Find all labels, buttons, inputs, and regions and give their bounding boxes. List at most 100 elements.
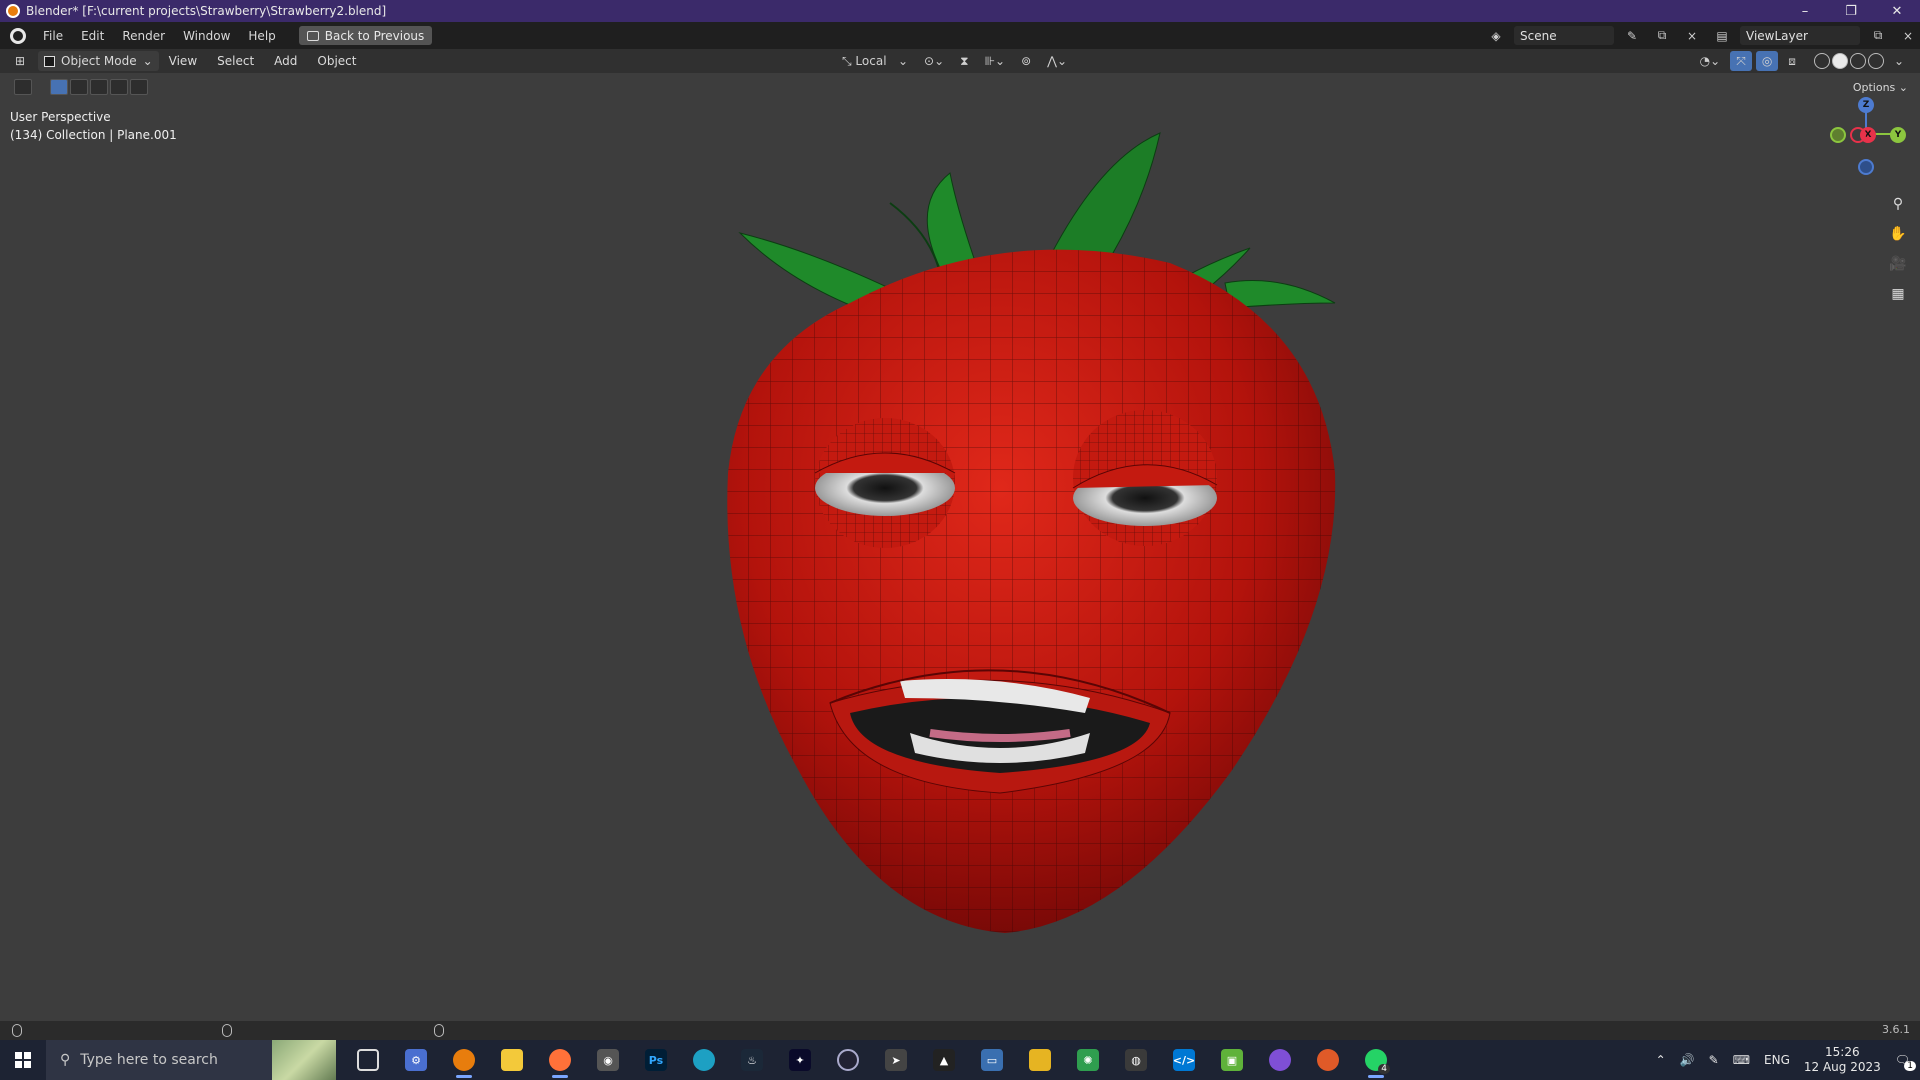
strawberry-model[interactable] xyxy=(0,73,1920,1021)
menu-window[interactable]: Window xyxy=(174,29,239,43)
taskbar-app-circle[interactable] xyxy=(824,1040,872,1080)
sphere-icon xyxy=(1317,1049,1339,1071)
taskbar-app-gamepad[interactable]: ◍ xyxy=(1112,1040,1160,1080)
taskbar-app-blender[interactable] xyxy=(440,1040,488,1080)
scene-pin-icon[interactable]: ✎ xyxy=(1620,26,1644,45)
chevron-up-icon[interactable]: ⌃ xyxy=(1656,1053,1666,1067)
header-menu-object[interactable]: Object xyxy=(307,54,366,68)
view-layer-browse-icon[interactable]: ▤ xyxy=(1710,26,1734,45)
taskbar-app-sphere[interactable] xyxy=(1304,1040,1352,1080)
task-view-button[interactable] xyxy=(344,1040,392,1080)
visibility-icon[interactable]: ◔⌄ xyxy=(1694,51,1727,71)
whatsapp-badge: 4 xyxy=(1378,1064,1390,1074)
taskbar-app-sparkle[interactable]: ✺ xyxy=(1064,1040,1112,1080)
solid-shading-icon[interactable] xyxy=(1831,53,1848,69)
taskbar-app-vscode[interactable]: </> xyxy=(1160,1040,1208,1080)
header-menu-select[interactable]: Select xyxy=(207,54,264,68)
mouse-left-icon xyxy=(12,1024,22,1037)
sparkle-icon: ✺ xyxy=(1077,1049,1099,1071)
menu-edit[interactable]: Edit xyxy=(72,29,113,43)
delete-scene-icon[interactable]: × xyxy=(1680,26,1704,45)
gear-icon: ⚙ xyxy=(405,1049,427,1071)
blender-logo-icon[interactable] xyxy=(10,27,26,44)
taskbar-app-inkscape[interactable]: ▲ xyxy=(920,1040,968,1080)
taskbar-app-steam[interactable]: ♨ xyxy=(728,1040,776,1080)
minimize-button[interactable]: – xyxy=(1782,0,1828,22)
pen-icon[interactable]: ✎ xyxy=(1709,1053,1719,1067)
new-scene-icon[interactable]: ⧉ xyxy=(1650,26,1674,45)
taskbar-app-firefox[interactable] xyxy=(536,1040,584,1080)
new-view-layer-icon[interactable]: ⧉ xyxy=(1866,26,1890,45)
header-menu-view[interactable]: View xyxy=(159,54,207,68)
shading-options-icon[interactable]: ⌄ xyxy=(1888,51,1910,71)
taskbar-app-edge[interactable] xyxy=(680,1040,728,1080)
object-mode-dropdown[interactable]: Object Mode ⌄ xyxy=(38,51,159,71)
header-menu-add[interactable]: Add xyxy=(264,54,307,68)
taskbar-search[interactable]: ⚲ Type here to search xyxy=(46,1040,336,1080)
notification-badge: 1 xyxy=(1904,1061,1916,1071)
start-button[interactable] xyxy=(0,1040,46,1080)
menu-help[interactable]: Help xyxy=(239,29,284,43)
taskbar-app-file-explorer[interactable] xyxy=(488,1040,536,1080)
scene-name: Scene xyxy=(1520,28,1557,43)
mouse-right-icon xyxy=(434,1024,444,1037)
falloff-icon[interactable]: ⋀⌄ xyxy=(1041,51,1073,71)
system-tray: ⌃ 🔊 ✎ ⌨ ENG 15:26 12 Aug 2023 🗨 1 xyxy=(1656,1040,1920,1080)
clock-time: 15:26 xyxy=(1825,1045,1860,1059)
right-eye xyxy=(1072,410,1218,546)
status-bar: 3.6.1 xyxy=(0,1021,1920,1040)
volume-icon[interactable]: 🔊 xyxy=(1680,1053,1695,1067)
proportional-edit-icon[interactable]: ⊚ xyxy=(1015,51,1037,71)
material-shading-icon[interactable] xyxy=(1849,53,1866,69)
view-layer-field[interactable]: ViewLayer xyxy=(1740,26,1860,45)
back-to-previous-button[interactable]: Back to Previous xyxy=(298,26,433,45)
rendered-shading-icon[interactable] xyxy=(1867,53,1884,69)
snap-icon[interactable]: ⧗ xyxy=(954,51,974,71)
wireframe-shading-icon[interactable] xyxy=(1813,53,1830,69)
notifications-icon[interactable]: 🗨 1 xyxy=(1895,1053,1916,1071)
orientation-icon: ⤡ xyxy=(842,53,856,68)
pivot-icon[interactable]: ⊙⌄ xyxy=(918,51,950,71)
object-mode-label: Object Mode xyxy=(61,54,137,68)
viewport-display-tools: ◔⌄ ⤧ ◎ ⧈ ⌄ xyxy=(1694,51,1910,71)
restore-button[interactable]: ❐ xyxy=(1828,0,1874,22)
vscode-icon: </> xyxy=(1173,1049,1195,1071)
clock-date: 12 Aug 2023 xyxy=(1803,1060,1881,1074)
taskbar-app-minecraft[interactable]: ▣ xyxy=(1208,1040,1256,1080)
menu-render[interactable]: Render xyxy=(113,29,174,43)
taskbar-app-github[interactable] xyxy=(1256,1040,1304,1080)
scene-selector-area: ◈ Scene ✎ ⧉ × ▤ ViewLayer ⧉ × xyxy=(1484,22,1920,49)
screen-icon xyxy=(306,30,319,41)
scene-browse-icon[interactable]: ◈ xyxy=(1484,26,1508,45)
keyboard-icon[interactable]: ⌨ xyxy=(1733,1053,1750,1067)
delete-view-layer-icon[interactable]: × xyxy=(1896,26,1920,45)
overlay-toggle-icon[interactable]: ◎ xyxy=(1755,51,1779,71)
taskbar-clock[interactable]: 15:26 12 Aug 2023 xyxy=(1804,1045,1881,1075)
editor-type-icon[interactable]: ⊞ xyxy=(8,52,32,71)
taskbar-app-leaf[interactable] xyxy=(1016,1040,1064,1080)
task-view-icon xyxy=(357,1049,379,1071)
leaf-icon xyxy=(1029,1049,1051,1071)
github-icon xyxy=(1269,1049,1291,1071)
taskbar-app-wing[interactable]: ➤ xyxy=(872,1040,920,1080)
blender-version: 3.6.1 xyxy=(1882,1023,1910,1036)
menu-file[interactable]: File xyxy=(34,29,72,43)
top-menubar: File Edit Render Window Help Back to Pre… xyxy=(0,22,1920,49)
taskbar-app-camera[interactable]: ◉ xyxy=(584,1040,632,1080)
xray-toggle-icon[interactable]: ⧈ xyxy=(1782,51,1802,71)
gizmo-toggle-icon[interactable]: ⤧ xyxy=(1730,51,1752,71)
window-titlebar: Blender* [F:\current projects\Strawberry… xyxy=(0,0,1920,22)
language-indicator[interactable]: ENG xyxy=(1764,1053,1790,1067)
taskbar-app-monitor[interactable]: ▭ xyxy=(968,1040,1016,1080)
window-title: Blender* [F:\current projects\Strawberry… xyxy=(26,4,387,18)
taskbar-app-photoshop[interactable]: Ps xyxy=(632,1040,680,1080)
taskbar-app-gear[interactable]: ⚙ xyxy=(392,1040,440,1080)
close-button[interactable]: ✕ xyxy=(1874,0,1920,22)
taskbar-app-dark[interactable]: ✦ xyxy=(776,1040,824,1080)
orientation-dropdown[interactable]: ⤡ Local ⌄ xyxy=(836,51,914,71)
3d-viewport[interactable]: User Perspective (134) Collection | Plan… xyxy=(0,73,1920,1021)
firefox-icon xyxy=(549,1049,571,1071)
scene-name-field[interactable]: Scene xyxy=(1514,26,1614,45)
taskbar-app-whatsapp[interactable]: 4 xyxy=(1352,1040,1400,1080)
snap-target-icon[interactable]: ⊪⌄ xyxy=(979,51,1012,71)
